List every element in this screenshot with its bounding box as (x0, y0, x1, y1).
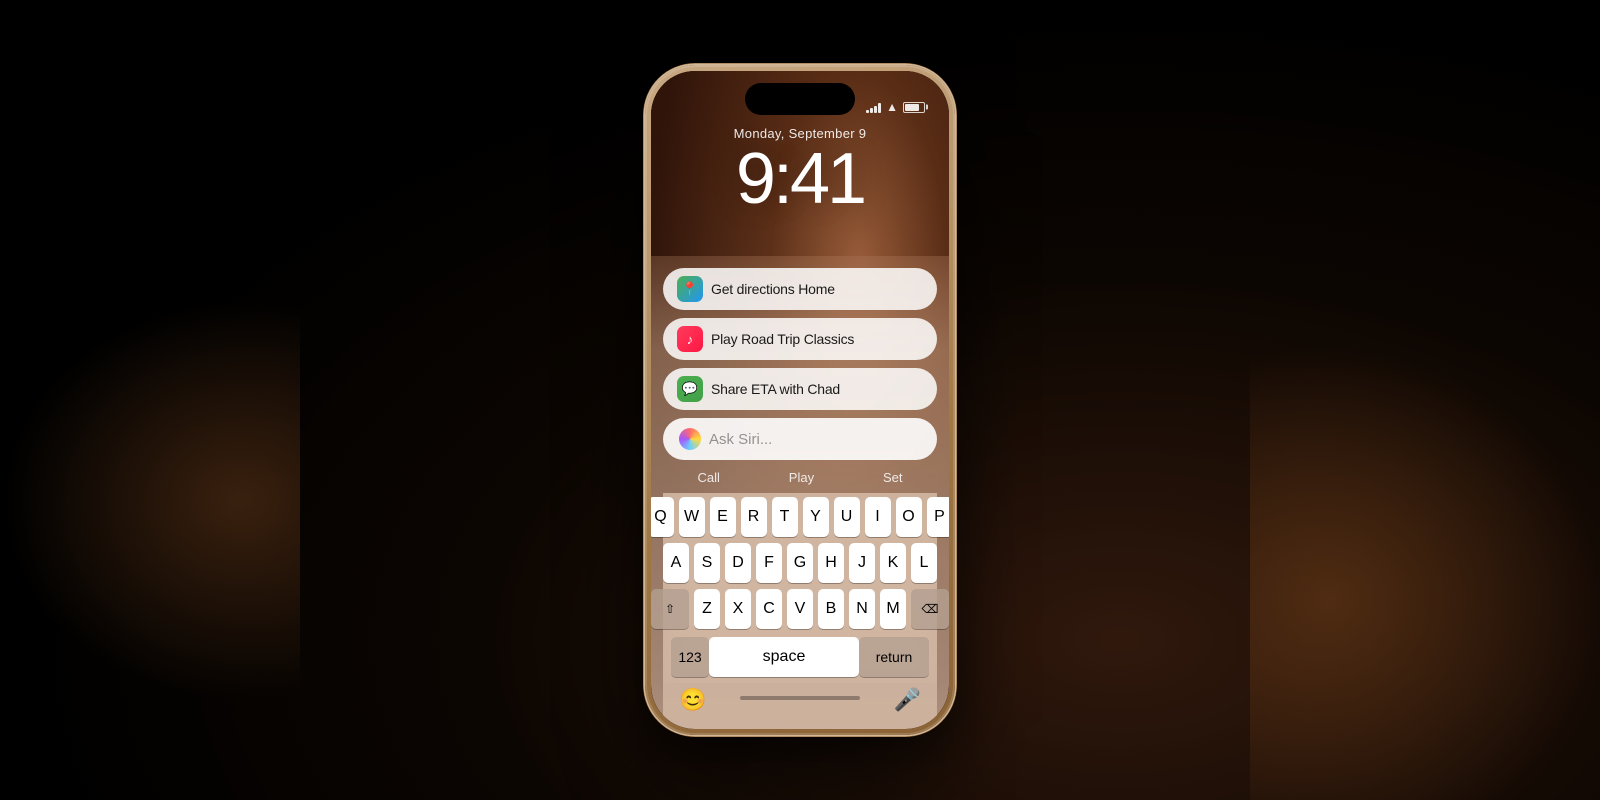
quick-play[interactable]: Play (789, 470, 814, 485)
key-E[interactable]: E (710, 497, 736, 537)
suggestion-music[interactable]: ♪ Play Road Trip Classics (663, 318, 937, 360)
keyboard-row-4: 123 space return (667, 635, 933, 683)
keyboard-row-3: ⇧ Z X C V B N M ⌫ (667, 589, 933, 629)
keyboard-row-2: A S D F G H J K L (667, 543, 933, 583)
key-H[interactable]: H (818, 543, 844, 583)
key-U[interactable]: U (834, 497, 860, 537)
battery-fill (905, 104, 919, 111)
key-X[interactable]: X (725, 589, 751, 629)
key-F[interactable]: F (756, 543, 782, 583)
bar2 (870, 108, 873, 113)
return-key[interactable]: return (859, 637, 929, 677)
lockscreen-content: Monday, September 9 9:41 (651, 126, 949, 215)
signal-bars-icon (866, 101, 881, 113)
messages-icon: 💬 (677, 376, 703, 402)
key-Y[interactable]: Y (803, 497, 829, 537)
key-J[interactable]: J (849, 543, 875, 583)
phone-frame: ▲ Monday, September 9 9:41 📍 Get directi… (645, 65, 955, 735)
emoji-key[interactable]: 😊 (679, 687, 706, 713)
music-symbol: ♪ (687, 332, 694, 347)
key-S[interactable]: S (694, 543, 720, 583)
key-W[interactable]: W (679, 497, 705, 537)
key-C[interactable]: C (756, 589, 782, 629)
messages-symbol: 💬 (682, 381, 698, 397)
suggestion-messages[interactable]: 💬 Share ETA with Chad (663, 368, 937, 410)
key-Q[interactable]: Q (651, 497, 674, 537)
maps-pin-symbol: 📍 (682, 281, 698, 297)
key-A[interactable]: A (663, 543, 689, 583)
home-indicator (740, 696, 860, 700)
key-B[interactable]: B (818, 589, 844, 629)
maps-icon: 📍 (677, 276, 703, 302)
key-R[interactable]: R (741, 497, 767, 537)
key-I[interactable]: I (865, 497, 891, 537)
delete-key[interactable]: ⌫ (911, 589, 949, 629)
dynamic-island (745, 83, 855, 115)
wifi-icon: ▲ (886, 100, 898, 114)
suggestion-music-label: Play Road Trip Classics (711, 331, 854, 347)
bar4 (878, 103, 881, 113)
suggestion-directions[interactable]: 📍 Get directions Home (663, 268, 937, 310)
key-M[interactable]: M (880, 589, 906, 629)
lock-time: 9:41 (736, 143, 864, 215)
key-O[interactable]: O (896, 497, 922, 537)
quick-call[interactable]: Call (697, 470, 719, 485)
space-key[interactable]: space (709, 637, 859, 677)
battery-icon (903, 102, 925, 113)
suggestion-messages-label: Share ETA with Chad (711, 381, 840, 397)
quick-suggestions: Call Play Set (663, 466, 937, 493)
key-T[interactable]: T (772, 497, 798, 537)
keyboard: Q W E R T Y U I O P A S D F G (663, 493, 937, 683)
siri-panel: 📍 Get directions Home ♪ Play Road Trip C… (651, 256, 949, 729)
phone-screen: ▲ Monday, September 9 9:41 📍 Get directi… (651, 71, 949, 729)
bar3 (874, 106, 877, 113)
key-G[interactable]: G (787, 543, 813, 583)
siri-orb-icon (679, 428, 701, 450)
key-N[interactable]: N (849, 589, 875, 629)
shift-key[interactable]: ⇧ (651, 589, 689, 629)
keyboard-footer: 😊 🎤 (663, 683, 937, 729)
key-V[interactable]: V (787, 589, 813, 629)
key-D[interactable]: D (725, 543, 751, 583)
bar1 (866, 110, 869, 113)
key-K[interactable]: K (880, 543, 906, 583)
keyboard-row-1: Q W E R T Y U I O P (667, 497, 933, 537)
key-Z[interactable]: Z (694, 589, 720, 629)
quick-set[interactable]: Set (883, 470, 903, 485)
suggestion-directions-label: Get directions Home (711, 281, 835, 297)
music-icon: ♪ (677, 326, 703, 352)
status-icons: ▲ (866, 100, 925, 114)
dictation-key[interactable]: 🎤 (894, 687, 921, 713)
siri-input-row[interactable]: Ask Siri... (663, 418, 937, 460)
key-L[interactable]: L (911, 543, 937, 583)
siri-placeholder: Ask Siri... (709, 431, 921, 448)
numbers-key[interactable]: 123 (671, 637, 709, 677)
key-P[interactable]: P (927, 497, 950, 537)
